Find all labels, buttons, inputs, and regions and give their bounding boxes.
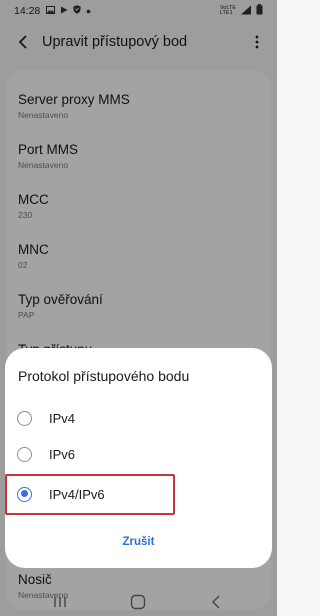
recents-button[interactable] (50, 592, 70, 612)
recents-icon (54, 597, 66, 607)
radio-button[interactable] (17, 410, 32, 426)
option-label: IPv6 (49, 446, 76, 462)
cancel-button[interactable]: Zrušit (5, 530, 272, 554)
highlight-annotation (5, 474, 175, 515)
home-button[interactable] (128, 592, 148, 612)
option-ipv4[interactable]: IPv4 (5, 400, 272, 436)
dialog-title: Protokol přístupového bodu (18, 368, 190, 384)
back-nav-button[interactable] (206, 592, 226, 612)
radio-button[interactable] (17, 446, 32, 462)
option-label: IPv4 (49, 410, 76, 426)
option-ipv6[interactable]: IPv6 (5, 436, 272, 472)
back-icon (212, 595, 220, 609)
protocol-dialog: Protokol přístupového bodu IPv4 IPv6 IPv… (5, 348, 272, 568)
navigation-bar (0, 588, 277, 616)
home-icon (130, 594, 146, 610)
